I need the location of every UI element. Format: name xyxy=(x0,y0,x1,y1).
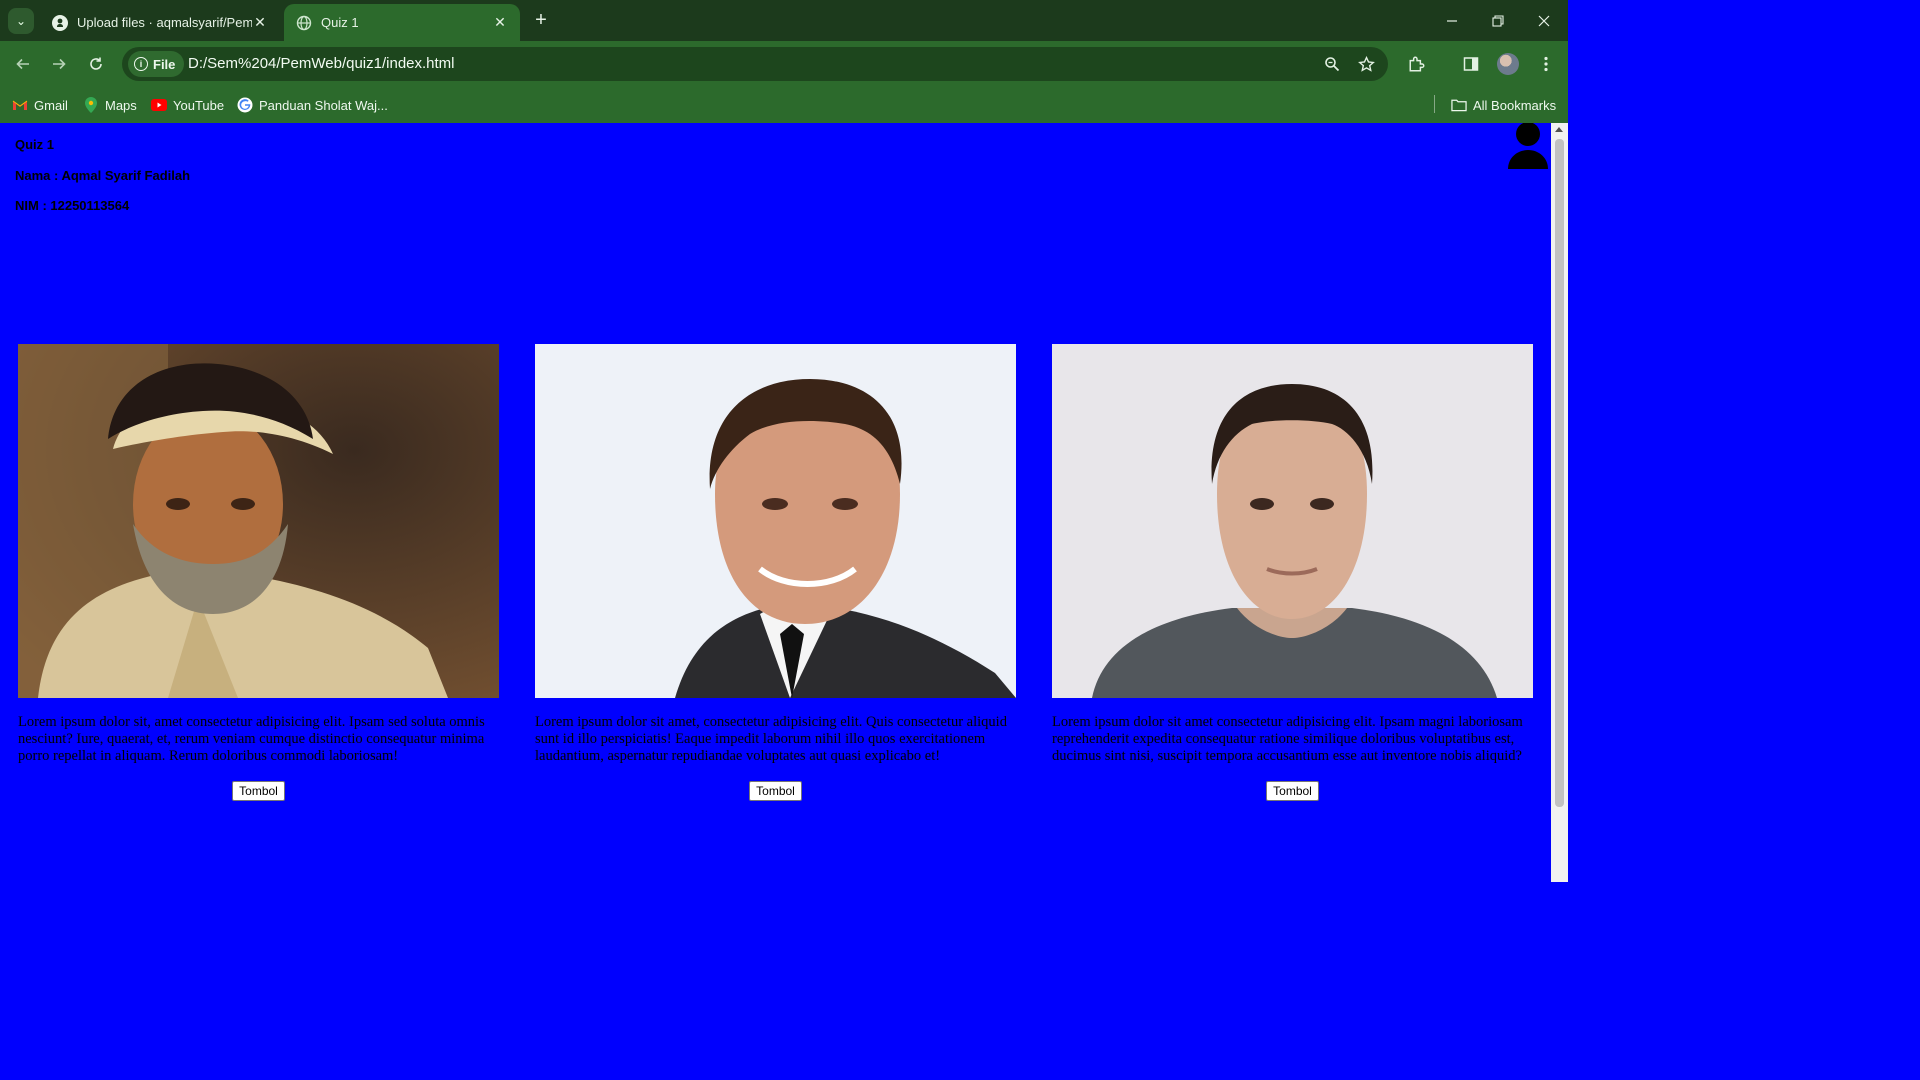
bookmarks-divider xyxy=(1434,95,1435,113)
new-tab-button[interactable]: + xyxy=(530,9,552,31)
page-title: Quiz 1 xyxy=(15,137,55,152)
card-description: Lorem ipsum dolor sit amet, consectetur … xyxy=(535,714,1007,764)
bookmark-label: All Bookmarks xyxy=(1473,97,1557,113)
tombol-button[interactable]: Tombol xyxy=(749,781,802,801)
github-icon xyxy=(52,14,68,31)
zoom-icon[interactable] xyxy=(1322,54,1342,74)
maps-icon xyxy=(83,97,99,113)
gmail-icon xyxy=(12,97,28,113)
student-nim: NIM : 12250113564 xyxy=(15,198,130,213)
youtube-icon xyxy=(151,97,167,113)
tombol-button[interactable]: Tombol xyxy=(232,781,285,801)
info-icon: i xyxy=(134,57,148,71)
arrow-right-icon xyxy=(53,58,66,70)
tombol-button[interactable]: Tombol xyxy=(1266,781,1319,801)
bookmark-label: Maps xyxy=(105,97,137,113)
profile-card: Lorem ipsum dolor sit amet consectetur a… xyxy=(1052,344,1533,801)
bookmark-maps[interactable]: Maps xyxy=(83,95,137,115)
tab-title: Upload files · aqmalsyarif/Pemr xyxy=(77,15,252,30)
google-icon xyxy=(237,97,253,113)
arrow-left-icon xyxy=(16,58,29,70)
portrait-photo xyxy=(535,344,1016,698)
minimize-button[interactable] xyxy=(1429,0,1475,41)
bookmark-label: Panduan Sholat Waj... xyxy=(259,97,388,113)
student-name: Nama : Aqmal Syarif Fadilah xyxy=(15,168,191,183)
site-info-label: File xyxy=(153,56,176,72)
address-bar[interactable]: i File D:/Sem%204/PemWeb/quiz1/index.htm… xyxy=(122,47,1388,81)
bookmark-youtube[interactable]: YouTube xyxy=(151,95,224,115)
close-icon[interactable]: ✕ xyxy=(492,14,508,31)
scrollbar-thumb[interactable] xyxy=(1555,139,1564,807)
all-bookmarks-button[interactable]: All Bookmarks xyxy=(1451,95,1556,115)
portrait-photo xyxy=(1052,344,1533,698)
side-panel-icon[interactable] xyxy=(1458,51,1484,77)
user-icon xyxy=(1508,123,1548,169)
page-viewport: Quiz 1 Nama : Aqmal Syarif Fadilah NIM :… xyxy=(0,123,1551,882)
forward-button[interactable] xyxy=(46,51,72,77)
portrait-photo xyxy=(18,344,499,698)
card-description: Lorem ipsum dolor sit amet consectetur a… xyxy=(1052,714,1523,764)
url-text[interactable]: D:/Sem%204/PemWeb/quiz1/index.html xyxy=(188,55,455,72)
bookmark-gmail[interactable]: Gmail xyxy=(12,95,68,115)
vertical-scrollbar[interactable] xyxy=(1551,123,1568,882)
site-info-chip[interactable]: i File xyxy=(128,51,185,77)
profile-avatar[interactable] xyxy=(1497,53,1519,75)
bookmark-label: Gmail xyxy=(34,97,68,113)
extensions-icon[interactable] xyxy=(1404,51,1430,77)
tab-search-button[interactable]: ⌄ xyxy=(8,8,34,34)
tab-title: Quiz 1 xyxy=(321,15,359,30)
bookmark-label: YouTube xyxy=(173,97,225,113)
bookmark-panduan-sholat[interactable]: Panduan Sholat Waj... xyxy=(237,95,388,115)
profile-card: Lorem ipsum dolor sit, amet consectetur … xyxy=(18,344,499,801)
minimize-icon xyxy=(1447,19,1457,22)
folder-icon xyxy=(1451,97,1467,113)
restore-button[interactable] xyxy=(1475,0,1521,41)
reload-icon xyxy=(90,57,102,70)
menu-icon[interactable] xyxy=(1533,51,1559,77)
chevron-down-icon: ⌄ xyxy=(15,14,27,28)
scroll-up-icon[interactable] xyxy=(1555,127,1563,132)
close-window-button[interactable] xyxy=(1521,0,1567,41)
browser-toolbar: i File D:/Sem%204/PemWeb/quiz1/index.htm… xyxy=(0,41,1568,87)
card-description: Lorem ipsum dolor sit, amet consectetur … xyxy=(18,714,485,764)
tab-strip: ⌄ Upload files · aqmalsyarif/Pemr ✕ Quiz… xyxy=(0,0,1568,41)
close-icon xyxy=(1538,15,1550,26)
globe-icon xyxy=(296,15,312,31)
profile-card: Lorem ipsum dolor sit amet, consectetur … xyxy=(535,344,1016,801)
bookmark-star-icon[interactable] xyxy=(1356,54,1376,74)
reload-button[interactable] xyxy=(83,51,109,77)
tab-upload-files[interactable]: Upload files · aqmalsyarif/Pemr ✕ xyxy=(40,4,280,41)
back-button[interactable] xyxy=(10,51,36,77)
bookmarks-bar: Gmail Maps YouTube Panduan Sholat Waj...… xyxy=(0,87,1568,123)
tab-quiz-1[interactable]: Quiz 1 ✕ xyxy=(284,4,520,41)
restore-icon xyxy=(1492,14,1504,27)
close-icon[interactable]: ✕ xyxy=(252,14,268,31)
